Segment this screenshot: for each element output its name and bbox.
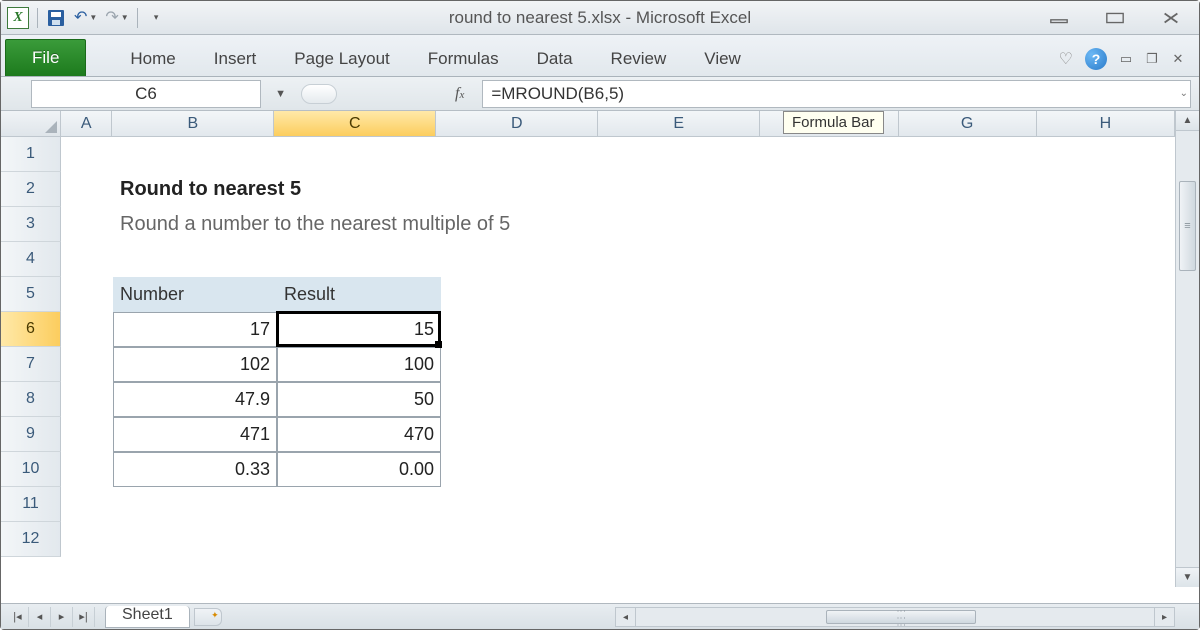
ribbon: File Home Insert Page Layout Formulas Data Re…: [1, 35, 1199, 77]
column-header[interactable]: G: [899, 111, 1037, 136]
row-header[interactable]: 7: [1, 347, 61, 382]
redo-button[interactable]: ↷▼: [105, 7, 128, 29]
cells-area[interactable]: Round to nearest 5Round a number to the …: [61, 137, 1175, 587]
help-button[interactable]: ?: [1085, 48, 1107, 70]
sheet-tab-label: Sheet1: [122, 606, 173, 624]
spreadsheet-grid: Formula Bar ABCDEFGH 123456789101112 Rou…: [1, 111, 1199, 587]
ribbon-tab-insert[interactable]: Insert: [214, 49, 257, 69]
cell[interactable]: 0.33: [113, 452, 277, 487]
column-header[interactable]: H: [1037, 111, 1175, 136]
prev-sheet-button[interactable]: ◂: [29, 607, 51, 627]
row-header[interactable]: 2: [1, 172, 61, 207]
row-header[interactable]: 5: [1, 277, 61, 312]
close-button[interactable]: [1161, 10, 1181, 26]
ribbon-tab-review[interactable]: Review: [611, 49, 667, 69]
cancel-formula-button[interactable]: [301, 84, 337, 104]
save-button[interactable]: [46, 7, 66, 29]
first-sheet-button[interactable]: |◂: [7, 607, 29, 627]
file-tab[interactable]: File: [5, 39, 86, 76]
cell[interactable]: 0.00: [277, 452, 441, 487]
row-header[interactable]: 8: [1, 382, 61, 417]
workbook-close-button[interactable]: ✕: [1171, 51, 1185, 67]
row-header[interactable]: 4: [1, 242, 61, 277]
ribbon-tab-view[interactable]: View: [704, 49, 741, 69]
fx-sub: x: [459, 89, 464, 101]
formula-bar-tooltip: Formula Bar: [783, 111, 884, 134]
cell[interactable]: Result: [277, 277, 441, 312]
name-box-value: C6: [135, 84, 157, 104]
column-header[interactable]: C: [274, 111, 436, 136]
row-headers: 123456789101112: [1, 137, 61, 557]
row-header[interactable]: 3: [1, 207, 61, 242]
cell[interactable]: Number: [113, 277, 277, 312]
scroll-up-button[interactable]: ▲: [1176, 111, 1199, 131]
scroll-right-button[interactable]: ▸: [1154, 608, 1174, 626]
excel-logo-icon: [7, 7, 29, 29]
undo-button[interactable]: ↶▼: [74, 7, 97, 29]
column-header[interactable]: B: [112, 111, 274, 136]
select-all-button[interactable]: [1, 111, 61, 137]
vertical-scroll-thumb[interactable]: [1179, 181, 1196, 271]
customize-qat-button[interactable]: ▾: [146, 7, 166, 29]
new-sheet-button[interactable]: [194, 608, 222, 626]
title-bar: ↶▼ ↷▼ ▾ round to nearest 5.xlsx - Micros…: [1, 1, 1199, 35]
horizontal-scroll-thumb[interactable]: [826, 610, 976, 624]
column-headers: ABCDEFGH: [61, 111, 1175, 137]
redo-icon: ↷: [105, 10, 118, 26]
insert-function-button[interactable]: fx: [455, 85, 464, 103]
undo-icon: ↶: [74, 10, 87, 26]
row-header[interactable]: 9: [1, 417, 61, 452]
row-header[interactable]: 10: [1, 452, 61, 487]
minimize-ribbon-button[interactable]: ♡: [1059, 49, 1073, 69]
cell[interactable]: Round a number to the nearest multiple o…: [113, 207, 813, 242]
cell[interactable]: 471: [113, 417, 277, 452]
cell[interactable]: 100: [277, 347, 441, 382]
workbook-restore-button[interactable]: ❐: [1145, 51, 1159, 67]
formula-text: =MROUND(B6,5): [491, 84, 624, 104]
maximize-button[interactable]: [1105, 10, 1125, 26]
cell[interactable]: Round to nearest 5: [113, 172, 813, 207]
next-sheet-button[interactable]: ▸: [51, 607, 73, 627]
cell[interactable]: 470: [277, 417, 441, 452]
formula-bar: C6 ▼ fx =MROUND(B6,5) ⌄: [1, 77, 1199, 111]
sheet-tab-bar: |◂ ◂ ▸ ▸| Sheet1 ◂ ▸: [1, 603, 1199, 629]
row-header[interactable]: 6: [1, 312, 61, 347]
horizontal-scrollbar[interactable]: ◂ ▸: [615, 607, 1175, 627]
workbook-minimize-button[interactable]: ▭: [1119, 51, 1133, 67]
ribbon-tab-home[interactable]: Home: [130, 49, 175, 69]
chevron-down-icon: ▼: [121, 13, 129, 22]
ribbon-tab-formulas[interactable]: Formulas: [428, 49, 499, 69]
column-header[interactable]: A: [61, 111, 112, 136]
save-icon: [48, 10, 64, 26]
last-sheet-button[interactable]: ▸|: [73, 607, 95, 627]
ribbon-tab-data[interactable]: Data: [537, 49, 573, 69]
name-box-dropdown[interactable]: ▼: [275, 88, 286, 100]
row-header[interactable]: 12: [1, 522, 61, 557]
sheet-tab-active[interactable]: Sheet1: [105, 606, 190, 628]
scroll-down-button[interactable]: ▼: [1176, 567, 1199, 587]
expand-formula-bar-button[interactable]: ⌄: [1180, 88, 1188, 99]
name-box[interactable]: C6 ▼: [31, 80, 261, 108]
minimize-button[interactable]: [1049, 10, 1069, 26]
row-header[interactable]: 1: [1, 137, 61, 172]
cell[interactable]: 17: [113, 312, 277, 347]
chevron-down-icon: ▼: [89, 13, 97, 22]
window-title: round to nearest 5.xlsx - Microsoft Exce…: [449, 8, 751, 28]
cell[interactable]: 15: [277, 312, 441, 347]
vertical-scrollbar[interactable]: ▲ ▼: [1175, 111, 1199, 587]
formula-input[interactable]: =MROUND(B6,5) ⌄: [482, 80, 1191, 108]
cell[interactable]: 47.9: [113, 382, 277, 417]
row-header[interactable]: 11: [1, 487, 61, 522]
ribbon-tab-page-layout[interactable]: Page Layout: [294, 49, 389, 69]
cell[interactable]: 50: [277, 382, 441, 417]
cell[interactable]: 102: [113, 347, 277, 382]
column-header[interactable]: E: [598, 111, 760, 136]
scroll-left-button[interactable]: ◂: [616, 608, 636, 626]
column-header[interactable]: D: [436, 111, 598, 136]
